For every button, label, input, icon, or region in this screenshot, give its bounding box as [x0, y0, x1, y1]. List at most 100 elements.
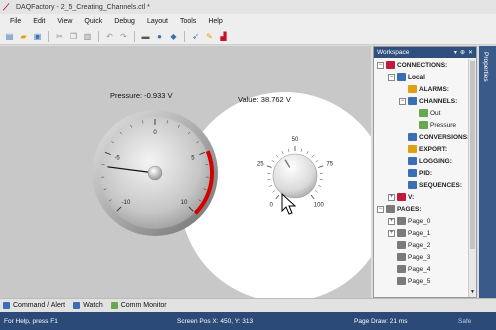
knob-tick	[315, 160, 319, 163]
variable-icon	[397, 193, 406, 201]
pressure-label[interactable]: Pressure: -0.933 V	[110, 91, 173, 100]
menu-debug[interactable]: Debug	[108, 18, 141, 25]
workspace-pin-button[interactable]: ⊕	[460, 49, 465, 56]
expand-icon[interactable]: +	[388, 229, 395, 237]
tree-item[interactable]: PID:	[374, 167, 469, 179]
value-label[interactable]: Value: 38.762 V	[238, 95, 291, 104]
knob-tick	[315, 190, 318, 193]
knob-tick	[287, 148, 290, 152]
menu-file[interactable]: File	[4, 18, 27, 25]
tree-item[interactable]: LOGGING:	[374, 155, 469, 167]
status-bar: For Help, press F1 Screen Pos X: 450, Y:…	[0, 312, 496, 330]
menu-tools[interactable]: Tools	[174, 18, 202, 25]
knob-tick	[268, 185, 272, 187]
page-icon	[397, 265, 406, 273]
new-file-icon[interactable]: ▤	[4, 31, 15, 42]
tree-item[interactable]: Page_4	[374, 263, 469, 275]
tree-item[interactable]: ALARMS:	[374, 83, 469, 95]
gauge-tick-label: -5	[114, 155, 120, 161]
toolbar: ▤ ▰ ▣ ✂ ❐ ▥ ↶ ↷ ▬ ● ◆ ➶ ✎ ▟	[0, 28, 496, 45]
select-tool-icon[interactable]: ➶	[190, 31, 201, 42]
tree-item[interactable]: + Page_0	[374, 215, 469, 227]
menu-quick[interactable]: Quick	[78, 18, 108, 25]
menu-view[interactable]: View	[51, 18, 78, 25]
sequence-icon	[408, 181, 417, 189]
channel-icon	[419, 109, 428, 117]
knob-tick	[310, 194, 315, 200]
toolbar-separator	[98, 30, 99, 42]
dock-tab-bar: Command / Alert Watch Comm Monitor	[0, 298, 496, 312]
page-canvas[interactable]: Pressure: -0.933 V Value: 38.762 V -10 -…	[0, 46, 371, 298]
tree-item-label: CHANNELS:	[419, 97, 458, 105]
tab-comm-monitor[interactable]: Comm Monitor	[110, 302, 167, 309]
workspace-scrollbar[interactable]: ▼	[468, 59, 476, 297]
tree-item[interactable]: − Local	[374, 71, 469, 83]
tab-comm-monitor-label: Comm Monitor	[120, 302, 167, 309]
workspace-panel: Workspace ▾ ⊕ ✕ − CONNECTIONS: − Local ALARM…	[373, 46, 477, 298]
tree-item[interactable]: + Page_1	[374, 227, 469, 239]
status-safe-mode[interactable]: Safe	[458, 318, 471, 325]
tree-item[interactable]: + V:	[374, 191, 469, 203]
tree-item[interactable]: − PAGES:	[374, 203, 469, 215]
tree-item[interactable]: Out	[374, 107, 469, 119]
pressure-gauge[interactable]: -10 -5 0 5 10	[90, 108, 220, 238]
help-icon[interactable]: ●	[154, 31, 165, 42]
open-folder-icon[interactable]: ▰	[18, 31, 29, 42]
copy-icon[interactable]: ❐	[68, 31, 79, 42]
tab-watch-label: Watch	[83, 302, 103, 309]
tab-watch[interactable]: Watch	[73, 302, 103, 309]
status-screen-pos: Screen Pos X: 450, Y: 313	[177, 318, 254, 325]
workspace-close-button[interactable]: ✕	[468, 49, 473, 56]
scroll-down-icon[interactable]: ▼	[469, 289, 476, 297]
undo-icon[interactable]: ↶	[104, 31, 115, 42]
tree-item[interactable]: EXPORT:	[374, 143, 469, 155]
export-icon	[408, 145, 417, 153]
page-icon	[397, 217, 406, 225]
workspace-header: Workspace ▾ ⊕ ✕	[374, 47, 476, 58]
knob-tick	[275, 194, 280, 200]
edit-tool-icon[interactable]: ✎	[204, 31, 215, 42]
page-icon	[397, 277, 406, 285]
knob-body[interactable]	[272, 153, 318, 199]
expand-icon[interactable]: +	[388, 217, 395, 225]
save-icon[interactable]: ▣	[32, 31, 43, 42]
collapse-icon[interactable]: −	[399, 97, 406, 105]
collapse-icon[interactable]: −	[377, 205, 384, 213]
chart-tool-icon[interactable]: ▟	[218, 31, 229, 42]
tree-item-label: Page_5	[408, 277, 431, 285]
workspace-scrollbar-thumb[interactable]	[470, 61, 475, 249]
tree-item[interactable]: Page_5	[374, 275, 469, 287]
workspace-menu-button[interactable]: ▾	[454, 49, 457, 56]
tree-item[interactable]: Page_2	[374, 239, 469, 251]
tree-item[interactable]: Pressure	[374, 119, 469, 131]
tree-item[interactable]: − CHANNELS:	[374, 95, 469, 107]
tree-item-label: PAGES:	[397, 205, 422, 213]
info-icon[interactable]: ◆	[168, 31, 179, 42]
tree-item[interactable]: SEQUENCES:	[374, 179, 469, 191]
tree-item-label: ALARMS:	[419, 85, 449, 93]
print-icon[interactable]: ▬	[140, 31, 151, 42]
tree-item-label: Page_2	[408, 241, 431, 249]
menu-layout[interactable]: Layout	[141, 18, 174, 25]
tree-item-label: SEQUENCES:	[419, 181, 462, 189]
knob-tick	[271, 160, 275, 163]
cut-icon[interactable]: ✂	[54, 31, 65, 42]
knob-tick	[281, 151, 284, 155]
tree-item[interactable]: − CONNECTIONS:	[374, 59, 469, 71]
tree-item-label: Page_1	[408, 229, 431, 237]
tree-item[interactable]: CONVERSIONS:	[374, 131, 469, 143]
redo-icon[interactable]: ↷	[118, 31, 129, 42]
tab-command-alert[interactable]: Command / Alert	[3, 302, 65, 309]
paste-icon[interactable]: ▥	[82, 31, 93, 42]
menu-edit[interactable]: Edit	[27, 18, 51, 25]
properties-tab[interactable]: Properties	[479, 46, 496, 298]
tree-item-label: Out	[430, 109, 441, 117]
title-bar: ⟋ DAQFactory - 2_5_Creating_Channels.ctl…	[0, 0, 496, 14]
collapse-icon[interactable]: −	[388, 73, 395, 81]
tree-item-label: Page_4	[408, 265, 431, 273]
toolbar-separator	[134, 30, 135, 42]
tree-item[interactable]: Page_3	[374, 251, 469, 263]
collapse-icon[interactable]: −	[377, 61, 384, 69]
expand-icon[interactable]: +	[388, 193, 395, 201]
menu-help[interactable]: Help	[202, 18, 228, 25]
